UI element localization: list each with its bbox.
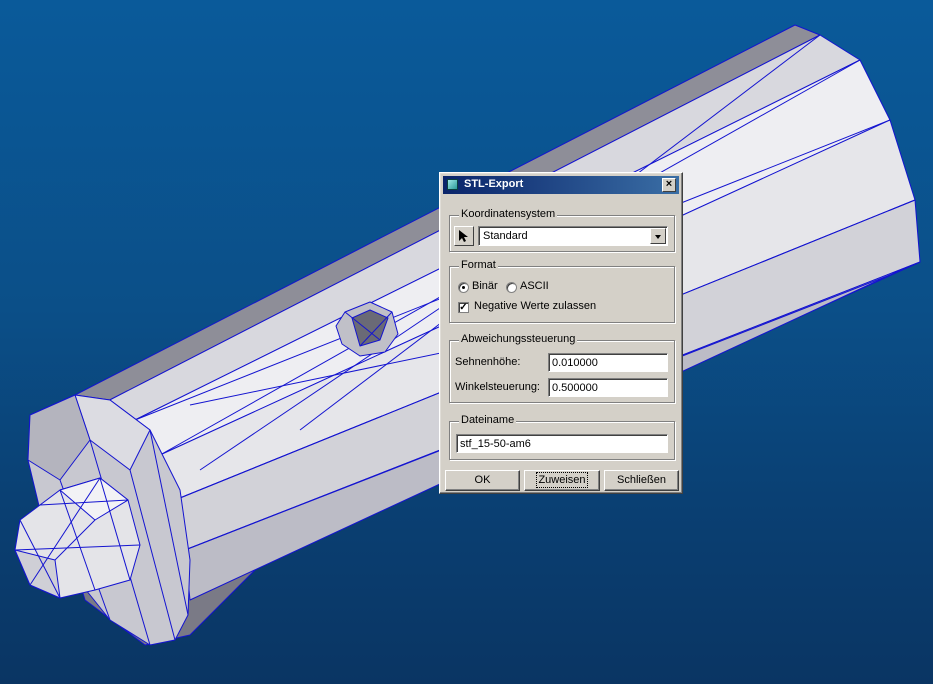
radio-binary[interactable]: [458, 282, 469, 293]
assign-button[interactable]: Zuweisen: [524, 470, 600, 491]
negative-values-checkbox[interactable]: ✓: [458, 302, 469, 313]
filename-input[interactable]: [456, 434, 668, 453]
filename-group: Dateiname: [449, 414, 675, 460]
negative-values-label[interactable]: Negative Werte zulassen: [474, 300, 596, 312]
coord-picker-button[interactable]: [454, 226, 474, 246]
coord-system-label: Koordinatensystem: [459, 208, 558, 220]
format-group: Format Binär ASCII ✓ Negative Werte zula…: [449, 259, 675, 323]
arrow-pointer-icon: [459, 230, 468, 242]
ok-button[interactable]: OK: [445, 470, 520, 491]
close-icon[interactable]: ×: [662, 178, 676, 192]
app-window-icon: [447, 179, 458, 190]
deviation-label: Abweichungssteuerung: [459, 333, 578, 345]
dialog-title: STL-Export: [464, 178, 524, 190]
chord-height-input[interactable]: [548, 353, 668, 372]
format-label: Format: [459, 259, 498, 271]
close-button[interactable]: Schließen: [604, 470, 679, 491]
chevron-down-icon[interactable]: [650, 228, 666, 244]
assign-button-label: Zuweisen: [536, 472, 588, 488]
angle-control-label: Winkelsteuerung:: [455, 381, 540, 393]
ok-button-label: OK: [474, 474, 491, 486]
filename-label: Dateiname: [459, 414, 517, 426]
radio-binary-label[interactable]: Binär: [472, 280, 498, 292]
dialog-titlebar[interactable]: STL-Export ×: [443, 176, 679, 194]
coord-system-group: Koordinatensystem Standard: [449, 208, 675, 252]
deviation-group: Abweichungssteuerung Sehnenhöhe: Winkels…: [449, 333, 675, 403]
stl-export-dialog: STL-Export × Koordinatensystem Standard …: [439, 172, 683, 494]
angle-control-input[interactable]: [548, 378, 668, 397]
radio-ascii[interactable]: [506, 282, 517, 293]
chord-height-label: Sehnenhöhe:: [455, 356, 521, 368]
coord-system-value: Standard: [483, 230, 528, 242]
radio-ascii-label[interactable]: ASCII: [520, 280, 549, 292]
close-button-label: Schließen: [617, 474, 666, 486]
coord-system-select[interactable]: Standard: [478, 226, 668, 246]
